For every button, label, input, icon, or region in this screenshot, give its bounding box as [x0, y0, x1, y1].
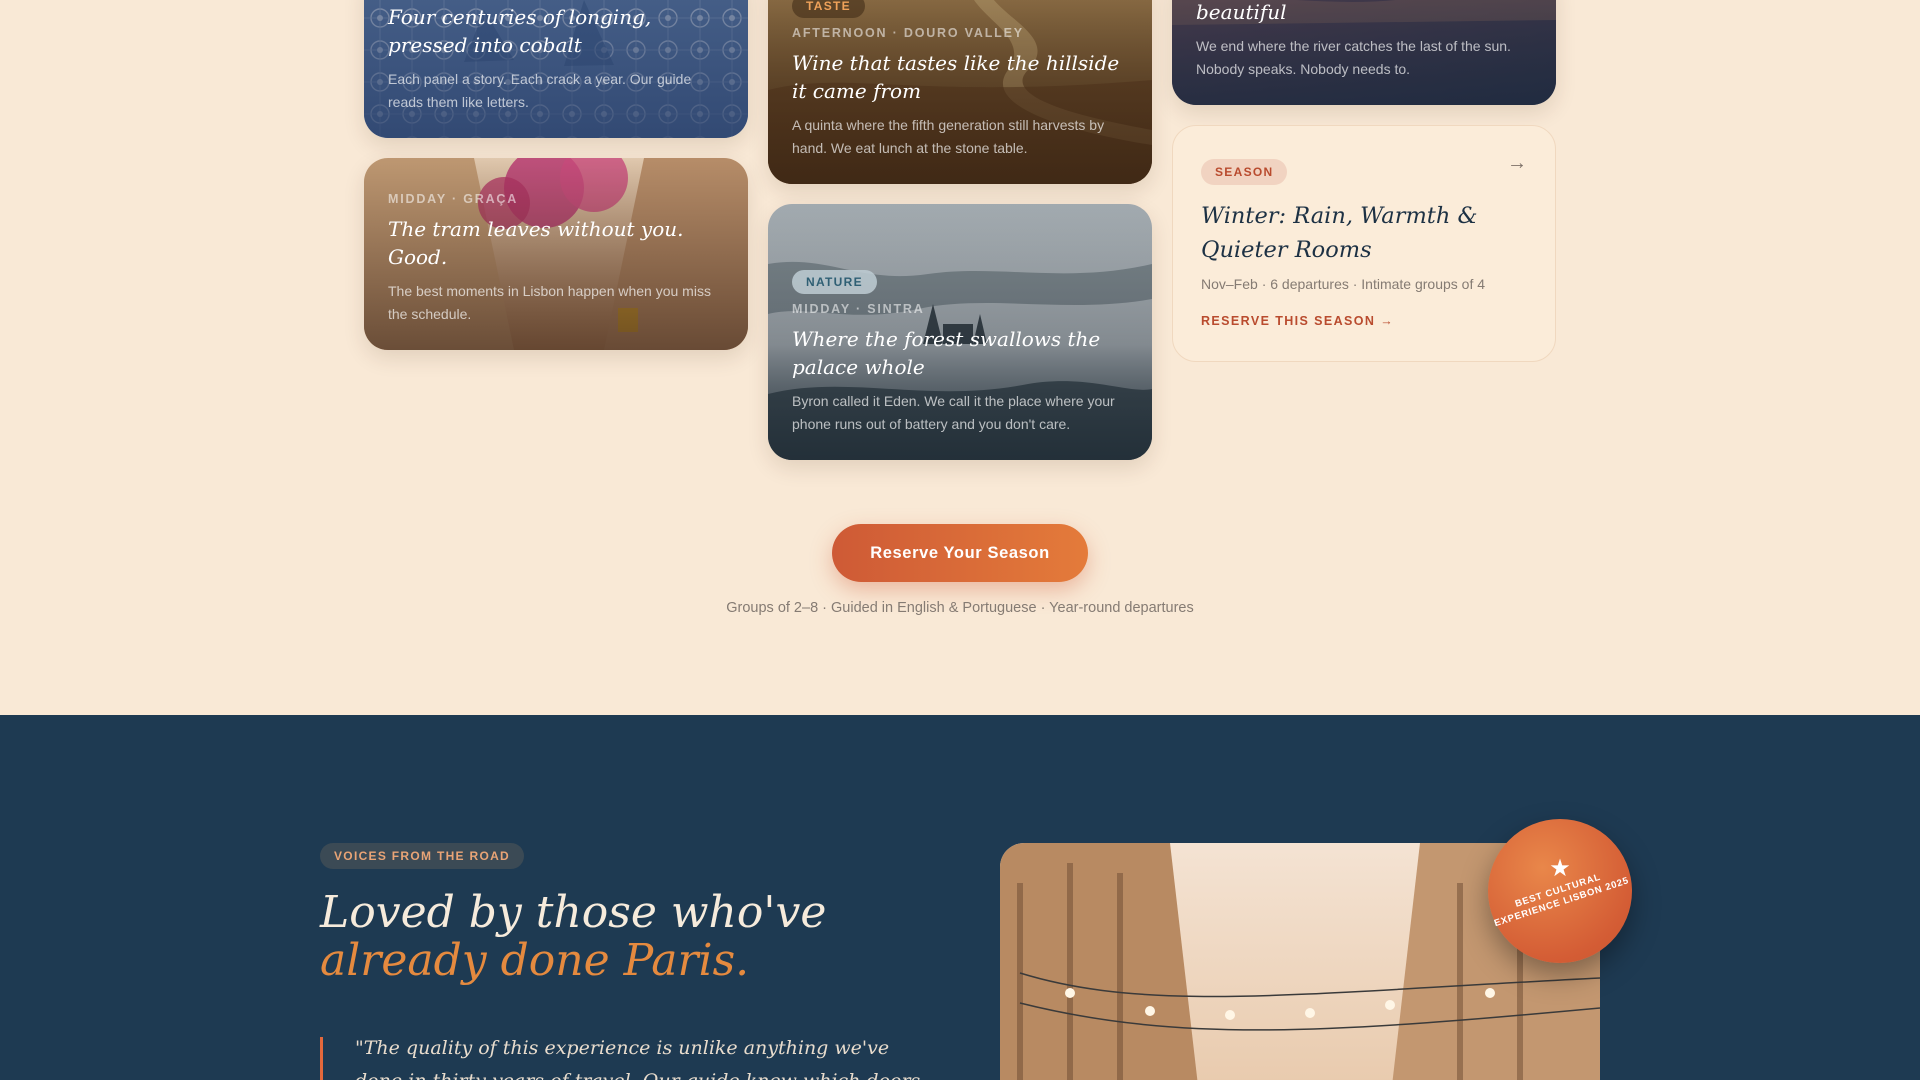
experience-card-graca[interactable]: MIDDAY · GRAÇA The tram leaves without y… [364, 158, 748, 350]
card-meta: AFTERNOON · DOURO VALLEY [792, 26, 1024, 40]
arrow-right-icon[interactable]: → [1507, 152, 1527, 175]
season-details: Nov–Feb · 6 departures · Intimate groups… [1201, 276, 1486, 292]
card-description: Each panel a story. Each crack a year. O… [388, 71, 692, 110]
season-title: Winter: Rain, Warmth & Quieter Rooms [1201, 203, 1478, 263]
category-chip: TASTE [792, 0, 865, 18]
card-meta: MIDDAY · GRAÇA [388, 192, 519, 206]
section-badge: VOICES FROM THE ROAD [320, 843, 525, 869]
testimonial-quote: "The quality of this experience is unlik… [320, 1037, 940, 1080]
reserve-season-link[interactable]: RESERVE THIS SEASON → [1201, 314, 1394, 328]
cta-subtext: Groups of 2–8 · Guided in English & Port… [726, 600, 1194, 616]
reserve-your-season-button[interactable]: Reserve Your Season [832, 524, 1088, 582]
season-card-winter[interactable]: SEASON → Winter: Rain, Warmth & Quieter … [1172, 125, 1556, 362]
voices-section: VOICES FROM THE ROAD Loved by those who'… [0, 715, 1920, 1080]
award-badge: ★ BEST CULTURAL EXPERIENCE LISBON 2025 [1488, 819, 1632, 963]
card-description: The best moments in Lisbon happen when y… [388, 283, 711, 322]
experience-card-sintra[interactable]: NATURE MIDDAY · SINTRA Where the forest … [768, 204, 1152, 460]
section-heading: Loved by those who've [320, 887, 827, 938]
experience-card-sunset[interactable]: beautiful We end where the river catches… [1172, 0, 1556, 105]
testimonial-text: "The quality of this experience is unlik… [355, 1037, 920, 1080]
card-title: Four centuries of longing, pressed into … [388, 5, 652, 57]
card-description: We end where the river catches the last … [1196, 38, 1511, 77]
card-title: Wine that tastes like the hillside it ca… [792, 51, 1120, 103]
season-chip: SEASON [1201, 159, 1288, 185]
card-meta: MIDDAY · SINTRA [792, 302, 925, 316]
card-title: beautiful [1196, 0, 1287, 24]
experience-card-douro[interactable]: TASTE AFTERNOON · DOURO VALLEY Wine that… [768, 0, 1152, 184]
card-title: Where the forest swallows the palace who… [792, 327, 1101, 379]
experience-card-azulejo[interactable]: Four centuries of longing, pressed into … [364, 0, 748, 138]
category-chip: NATURE [792, 270, 877, 294]
card-title: The tram leaves without you. Good. [388, 217, 684, 269]
card-description: A quinta where the fifth generation stil… [792, 117, 1105, 156]
section-heading-accent: already done Paris. [320, 935, 750, 986]
card-description: Byron called it Eden. We call it the pla… [792, 393, 1115, 432]
